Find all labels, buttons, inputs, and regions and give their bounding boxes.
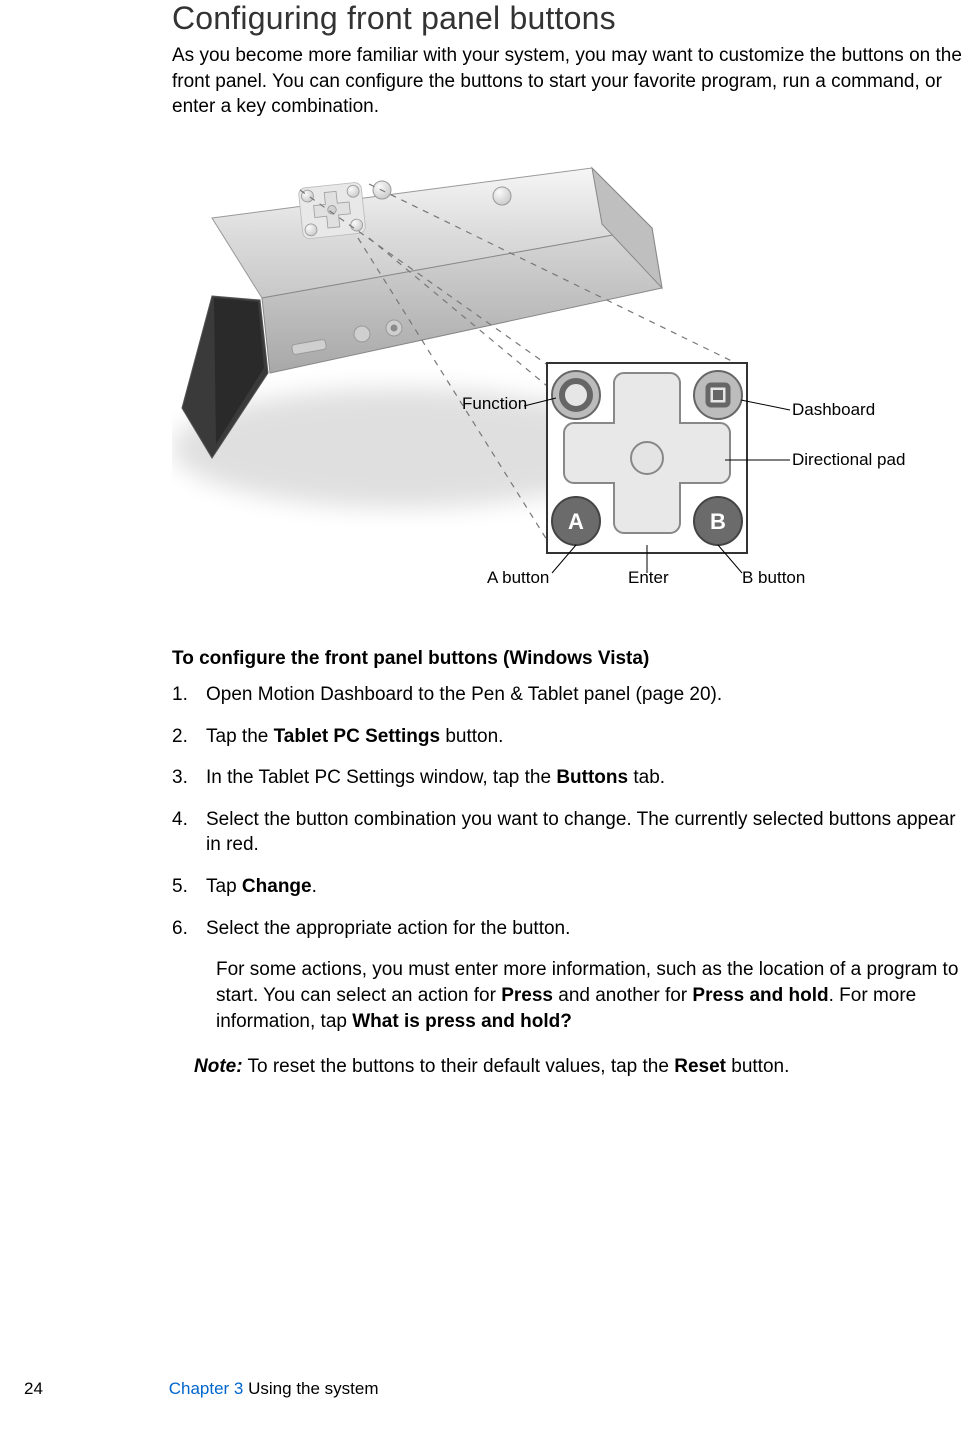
callout-b-button: B button [742,568,805,588]
b-button-letter: B [710,509,726,534]
callout-enter: Enter [628,568,669,588]
page-footer: 24 Chapter 3 Using the system [0,1379,968,1399]
callout-a-button: A button [487,568,549,588]
device-diagram: A B Function Dashboard Directional pad A… [172,148,892,598]
chapter-reference: Chapter 3 [169,1379,244,1398]
steps-list: Open Motion Dashboard to the Pen & Table… [172,682,968,941]
step-6: Select the appropriate action for the bu… [172,916,968,942]
step-3: In the Tablet PC Settings window, tap th… [172,765,968,791]
step-2: Tap the Tablet PC Settings button. [172,724,968,750]
callout-dashboard: Dashboard [792,400,875,420]
page-title: Configuring front panel buttons [172,0,968,37]
note-paragraph: Note: To reset the buttons to their defa… [194,1054,968,1080]
callout-directional-pad: Directional pad [792,450,905,470]
page-number: 24 [24,1379,164,1399]
instructions-heading: To configure the front panel buttons (Wi… [172,648,968,670]
intro-paragraph: As you become more familiar with your sy… [172,43,968,120]
sub-paragraph: For some actions, you must enter more in… [216,957,968,1034]
step-1: Open Motion Dashboard to the Pen & Table… [172,682,968,708]
callout-function: Function [462,394,527,414]
note-label: Note: [194,1056,243,1077]
step-5: Tap Change. [172,874,968,900]
diagram-svg: A B [172,148,892,598]
a-button-letter: A [568,509,584,534]
step-4: Select the button combination you want t… [172,807,968,858]
chapter-title: Using the system [243,1379,378,1398]
